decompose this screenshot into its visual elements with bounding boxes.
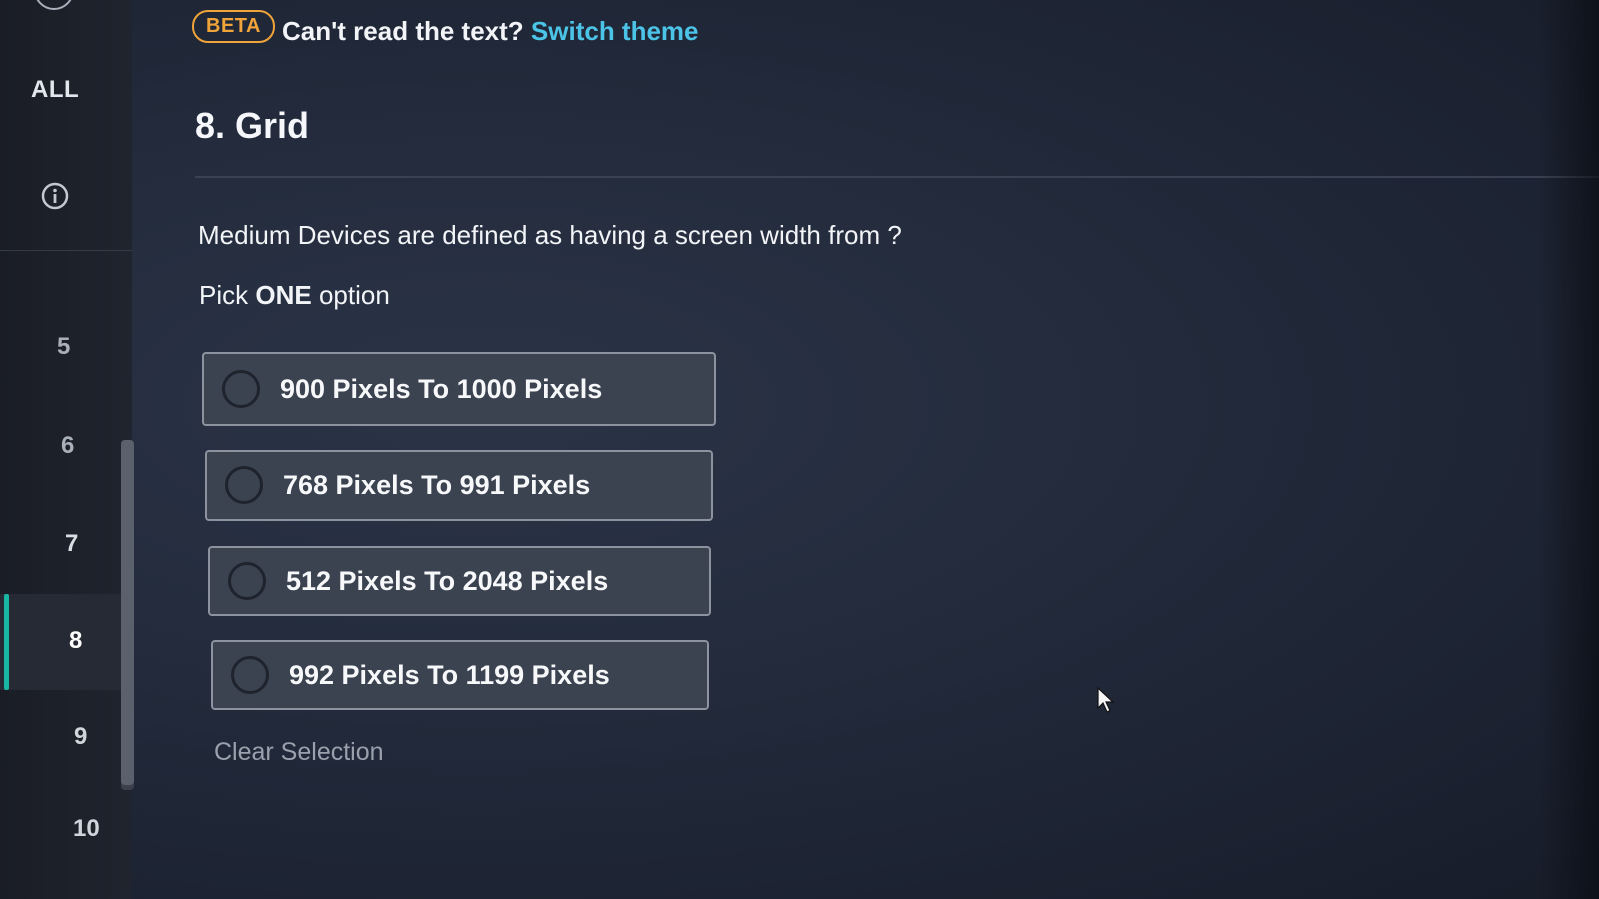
question-title: 8. Grid [195,105,310,146]
screen-edge-shadow [1539,0,1599,899]
theme-notice: Can't read the text? Switch theme [282,16,699,47]
option-1-radio[interactable] [222,370,260,408]
option-3-label: 512 Pixels To 2048 Pixels [286,566,609,596]
pick-instruction: Pick ONE option [199,280,390,311]
option-4-label: 992 Pixels To 1199 Pixels [289,660,610,690]
theme-notice-text: Can't read the text? [282,16,524,46]
sidebar-item-5[interactable]: 5 [57,333,117,361]
question-text: Medium Devices are defined as having a s… [198,220,902,250]
sidebar-all-filter[interactable]: ALL [31,76,79,104]
mouse-cursor-icon [1097,686,1115,713]
option-1[interactable]: 900 Pixels To 1000 Pixels [202,352,716,426]
sidebar-item-6[interactable]: 6 [61,432,121,460]
option-3[interactable]: 512 Pixels To 2048 Pixels [208,546,711,616]
option-3-radio[interactable] [228,562,266,600]
info-icon[interactable] [41,182,69,210]
top-circle-icon[interactable] [34,0,74,10]
clear-selection-link[interactable]: Clear Selection [214,738,384,767]
switch-theme-link[interactable]: Switch theme [531,16,699,46]
pick-emphasis: ONE [255,280,312,310]
sidebar-active-indicator [4,594,9,690]
option-2-label: 768 Pixels To 991 Pixels [283,470,591,500]
sidebar-scroll-thumb[interactable] [121,440,134,785]
pick-prefix: Pick [199,280,249,310]
option-2[interactable]: 768 Pixels To 991 Pixels [205,450,713,521]
sidebar-divider [0,250,132,251]
sidebar-item-8[interactable]: 8 [69,627,129,655]
screen: ALL 5 6 7 8 9 10 BETA Can't read the tex… [0,0,1599,899]
beta-badge: BETA [192,10,275,43]
option-4[interactable]: 992 Pixels To 1199 Pixels [211,640,709,710]
title-divider [195,176,1599,178]
sidebar-item-10[interactable]: 10 [73,815,133,843]
question-sidebar: ALL 5 6 7 8 9 10 [0,0,132,899]
option-2-radio[interactable] [225,466,263,504]
option-4-radio[interactable] [231,656,269,694]
sidebar-item-7[interactable]: 7 [65,530,125,558]
pick-suffix: option [318,280,390,310]
option-1-label: 900 Pixels To 1000 Pixels [280,374,603,404]
